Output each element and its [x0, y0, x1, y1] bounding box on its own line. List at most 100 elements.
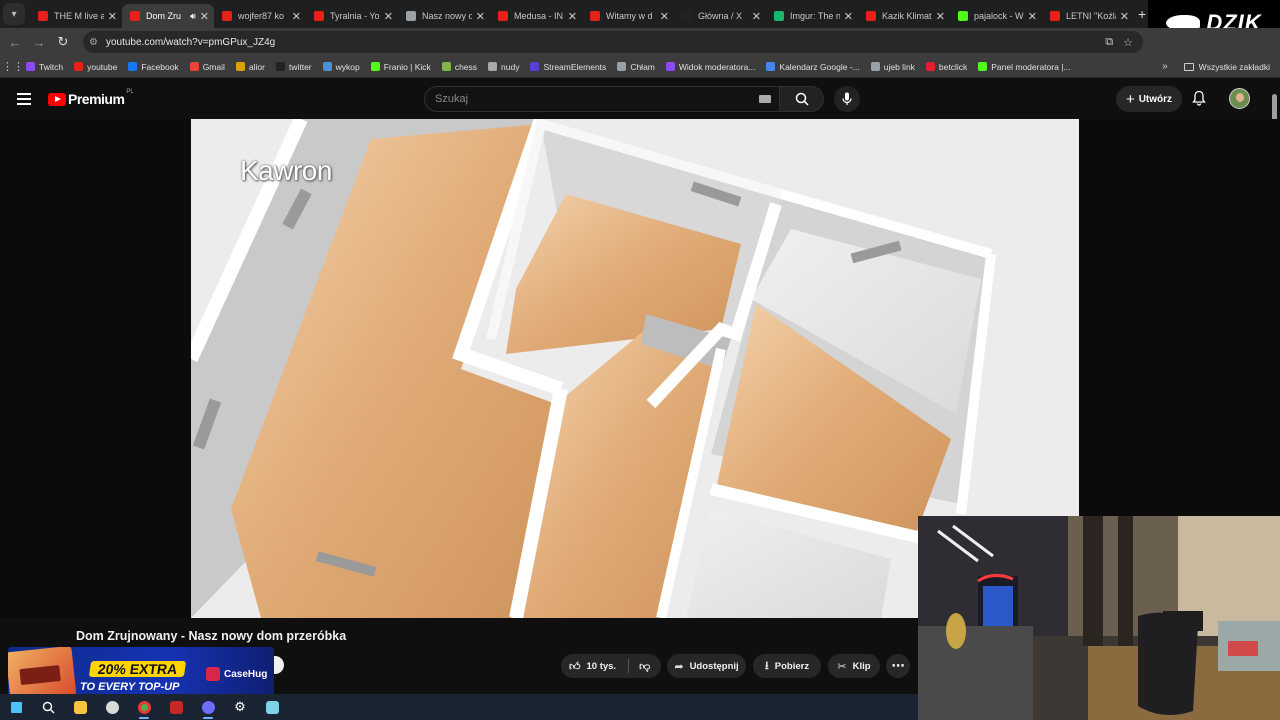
- file-explorer-icon[interactable]: [64, 694, 96, 720]
- bookmark-item[interactable]: ujeb link: [870, 62, 915, 72]
- bookmark-item[interactable]: twitter: [275, 62, 312, 72]
- obs-icon[interactable]: [192, 694, 224, 720]
- bookmark-item[interactable]: wykop: [322, 62, 360, 72]
- bookmark-item[interactable]: betclick: [925, 62, 967, 72]
- url-text[interactable]: youtube.com/watch?v=pmGPux_JZ4g: [106, 37, 1105, 48]
- tab-close-icon[interactable]: ✕: [568, 10, 577, 23]
- create-button[interactable]: + Utwórz: [1116, 86, 1182, 112]
- avatar[interactable]: [1229, 88, 1250, 109]
- browser-tab[interactable]: pajalock - W ✕: [950, 4, 1042, 28]
- browser-tab[interactable]: wojfer87 ko ✕: [214, 4, 306, 28]
- clip-button[interactable]: ✂ Klip: [828, 654, 880, 678]
- bookmark-item[interactable]: Chłam: [617, 62, 655, 72]
- logo-region: PL: [126, 89, 134, 95]
- tab-close-icon[interactable]: ✕: [292, 10, 301, 23]
- voice-search-button[interactable]: [834, 86, 860, 112]
- thumbs-down-icon[interactable]: 👎︎: [639, 660, 650, 673]
- tab-title: pajalock - W: [974, 11, 1024, 21]
- bookmark-favicon-icon: [925, 62, 935, 71]
- browser-tab[interactable]: Medusa - IN ✕: [490, 4, 582, 28]
- youtube-logo[interactable]: Premium PL: [48, 89, 134, 107]
- taskbar-search-icon[interactable]: [32, 694, 64, 720]
- browser-tab[interactable]: THE M live a ✕: [30, 4, 122, 28]
- browser-tab[interactable]: Dom Zru 🔊︎ ✕: [122, 4, 214, 28]
- tab-title: Dom Zru: [146, 11, 182, 21]
- tab-search-button[interactable]: ▾: [3, 3, 25, 25]
- start-windows-icon[interactable]: [0, 694, 32, 720]
- tab-title: THE M live a: [54, 11, 104, 21]
- tab-close-icon[interactable]: ✕: [1120, 10, 1129, 23]
- keyboard-icon[interactable]: [759, 95, 771, 103]
- tab-close-icon[interactable]: ✕: [936, 10, 945, 23]
- search-input[interactable]: Szukaj: [424, 86, 780, 112]
- tab-close-icon[interactable]: ✕: [200, 10, 209, 23]
- apps-grid-icon[interactable]: ⋮⋮: [0, 60, 26, 73]
- tab-close-icon[interactable]: ✕: [476, 10, 485, 23]
- app-icon-1[interactable]: [96, 694, 128, 720]
- tab-close-icon[interactable]: ✕: [108, 10, 117, 23]
- bookmark-label: Widok moderatora...: [678, 61, 756, 72]
- ad-brand-name: CaseHug: [224, 668, 268, 680]
- bookmark-favicon-icon: [766, 62, 776, 71]
- new-tab-button[interactable]: +: [1138, 6, 1146, 22]
- browser-tab[interactable]: LETNI "Koźla ✕: [1042, 4, 1134, 28]
- bookmark-favicon-icon: [978, 62, 988, 71]
- tab-close-icon[interactable]: ✕: [660, 10, 669, 23]
- tab-close-icon[interactable]: ✕: [384, 10, 393, 23]
- all-bookmarks-button[interactable]: Wszystkie zakładki: [1183, 62, 1270, 72]
- browser-tab[interactable]: Główna / X ✕: [674, 4, 766, 28]
- download-button[interactable]: ⭳ Pobierz: [753, 654, 821, 678]
- chrome-icon[interactable]: [128, 694, 160, 720]
- tab-close-icon[interactable]: ✕: [844, 10, 853, 23]
- menu-icon[interactable]: [17, 93, 31, 105]
- bookmark-label: StreamElements: [543, 61, 607, 72]
- browser-tab[interactable]: Kazik Klimat ✕: [858, 4, 950, 28]
- omnibox[interactable]: ⚙ youtube.com/watch?v=pmGPux_JZ4g ⧉ ☆: [83, 31, 1143, 53]
- video-overlay-text: Kawron: [240, 155, 332, 186]
- bookmark-item[interactable]: Gmail: [189, 62, 225, 72]
- install-app-icon[interactable]: ⧉: [1105, 36, 1113, 49]
- tab-favicon-icon: [38, 11, 48, 21]
- app-icon-2[interactable]: [160, 694, 192, 720]
- like-count[interactable]: 10 tys.: [587, 661, 617, 672]
- bookmark-item[interactable]: alior: [235, 62, 265, 72]
- tab-close-icon[interactable]: ✕: [752, 10, 761, 23]
- bookmark-item[interactable]: Widok moderatora...: [665, 61, 756, 72]
- tab-favicon-icon: [130, 11, 140, 21]
- bookmark-label: Kalendarz Google -...: [779, 61, 860, 72]
- tab-audio-icon[interactable]: 🔊︎: [190, 11, 196, 22]
- bookmark-item[interactable]: Twitch: [26, 62, 63, 72]
- folder-icon: [1183, 62, 1194, 71]
- bookmark-item[interactable]: nudy: [488, 62, 519, 72]
- search-placeholder: Szukaj: [435, 93, 469, 105]
- bookmark-item[interactable]: youtube: [74, 62, 117, 72]
- site-info-icon[interactable]: ⚙: [89, 37, 98, 48]
- bookmark-label: Panel moderatora |...: [991, 61, 1071, 72]
- bookmark-item[interactable]: Kalendarz Google -...: [766, 61, 860, 72]
- bookmark-item[interactable]: StreamElements: [530, 62, 606, 72]
- bookmark-star-icon[interactable]: ☆: [1123, 36, 1133, 49]
- share-button[interactable]: ➦ Udostępnij: [667, 654, 746, 678]
- browser-tab[interactable]: Imgur: The n ✕: [766, 4, 858, 28]
- browser-tab[interactable]: Witamy w d ✕: [582, 4, 674, 28]
- app-icon-3[interactable]: [256, 694, 288, 720]
- reload-icon[interactable]: ↻: [51, 34, 75, 50]
- thumbs-up-icon[interactable]: 👍︎: [569, 660, 581, 673]
- back-icon[interactable]: ←: [3, 35, 27, 50]
- ad-headline: 20% EXTRA: [88, 661, 187, 677]
- more-bookmarks-icon[interactable]: »: [1162, 61, 1168, 72]
- notifications-bell-icon[interactable]: [1192, 90, 1206, 111]
- forward-icon[interactable]: →: [27, 35, 51, 50]
- tab-close-icon[interactable]: ✕: [1028, 10, 1037, 23]
- settings-gear-icon[interactable]: ⚙: [224, 694, 256, 720]
- bookmark-item[interactable]: Panel moderatora |...: [978, 61, 1071, 72]
- bookmark-item[interactable]: Franio | Kick: [370, 62, 431, 72]
- more-actions-button[interactable]: ⋯: [886, 654, 910, 678]
- bookmark-item[interactable]: Facebook: [128, 62, 179, 72]
- bookmark-label: Twitch: [39, 61, 64, 72]
- bookmark-item[interactable]: chess: [441, 62, 477, 72]
- browser-tab[interactable]: Nasz nowy d ✕: [398, 4, 490, 28]
- search-button[interactable]: [780, 86, 824, 112]
- browser-tab[interactable]: Tyralnia - Yo ✕: [306, 4, 398, 28]
- more-dots-icon: ⋯: [891, 658, 905, 673]
